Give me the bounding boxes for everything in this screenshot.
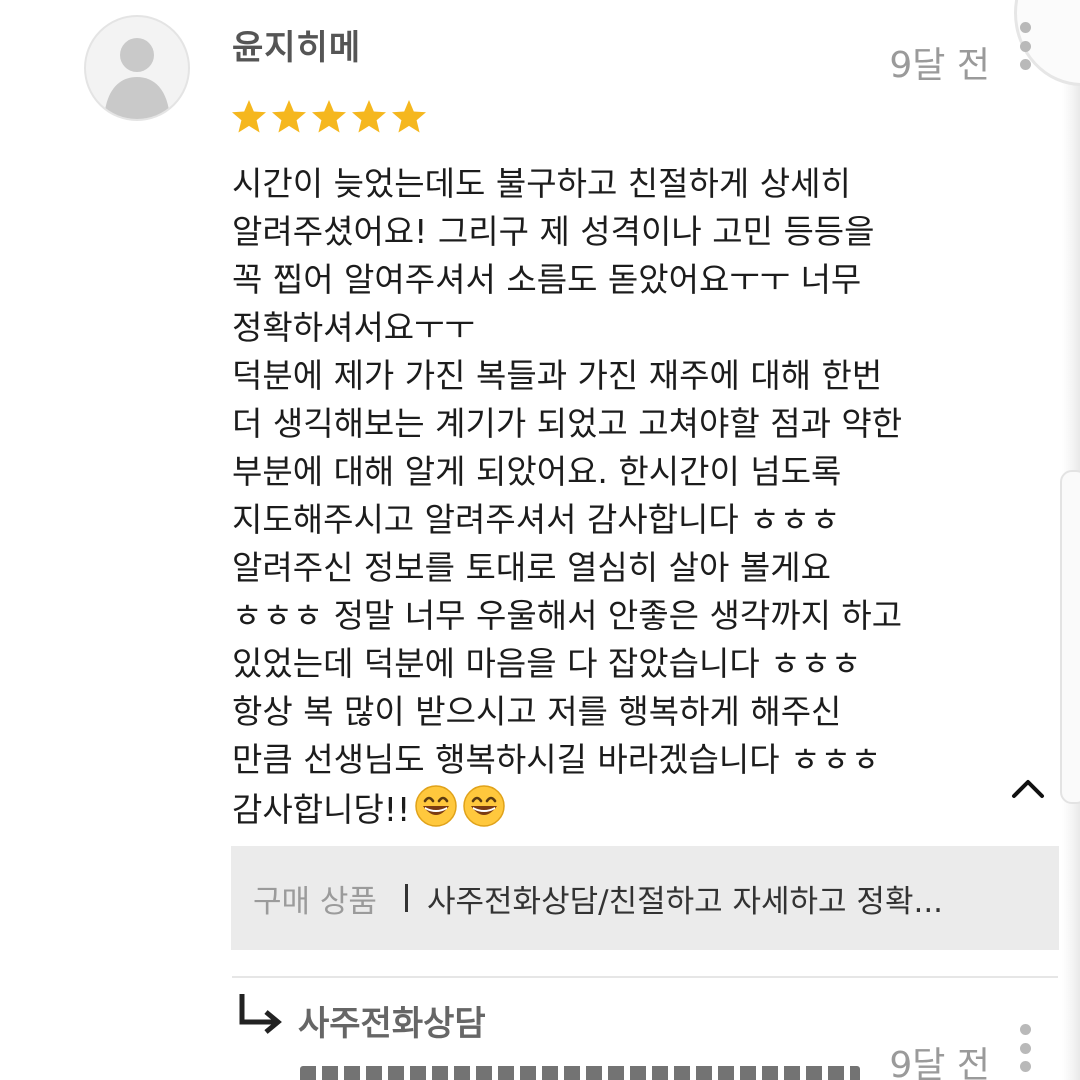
review-line: 시간이 늦었는데도 불구하고 친절하게 상세히: [232, 164, 851, 203]
star-icon: [312, 100, 346, 133]
review-line: 알려주신 정보를 토대로 열심히 살아 볼게요: [232, 548, 831, 587]
review-line: 만큼 선생님도 행복하시길 바라겠습니다 ㅎㅎㅎ: [232, 740, 882, 779]
star-rating: [230, 98, 428, 136]
reply-more-options-icon[interactable]: [1016, 1024, 1034, 1072]
reply-date: 9달 전: [889, 1045, 990, 1080]
review-line: 알려주셨어요! 그리구 제 성격이나 고민 등등을: [232, 212, 875, 251]
review-line: 꼭 찝어 알여주셔서 소름도 돋았어요ㅜㅜ 너무: [232, 260, 862, 299]
divider: [232, 976, 1058, 978]
reply-text-clipped: [300, 1066, 860, 1080]
reviewer-name: 윤지히메: [232, 28, 362, 68]
star-icon: [272, 100, 306, 133]
review-line: ㅎㅎㅎ 정말 너무 우울해서 안좋은 생각까지 하고: [232, 596, 903, 635]
avatar-icon: [84, 15, 190, 121]
product-separator: [405, 884, 408, 912]
review-line: 더 생긱해보는 계기가 되었고 고쳐야할 점과 약한: [232, 404, 903, 443]
review-line: 감사합니당!!: [232, 784, 992, 832]
review-line: 지도해주시고 알려주셔서 감사합니다 ㅎㅎㅎ: [232, 500, 841, 539]
product-name: 사주전화상담/친절하고 자세하고 정확...: [427, 884, 944, 920]
review-date: 9달 전: [889, 45, 990, 86]
star-icon: [352, 100, 386, 133]
review-line: 정확하셔서요ㅜㅜ: [232, 308, 475, 347]
chevron-up-icon[interactable]: [1008, 772, 1048, 804]
review-line: 덕분에 제가 가진 복들과 가진 재주에 대해 한번: [232, 356, 883, 395]
product-label: 구매 상품: [253, 884, 377, 920]
reply-author: 사주전화상담: [298, 1004, 486, 1044]
star-icon: [232, 100, 266, 133]
review-line: 항상 복 많이 받으시고 저를 행복하게 해주신: [232, 692, 842, 731]
grinning-face-emoji-icon: [415, 785, 458, 827]
purchased-product[interactable]: 구매 상품 사주전화상담/친절하고 자세하고 정확...: [231, 846, 1059, 950]
grinning-face-emoji-icon: [463, 785, 506, 827]
review-screen: 윤지히메 9달 전 시간이 늦었는데도 불구하고 친절하게 상세히알려주셨어요!…: [0, 0, 1080, 1080]
reply-arrow-icon: [234, 990, 284, 1036]
review-line: 부분에 대해 알게 되았어요. 한시간이 넘도록: [232, 452, 842, 491]
star-icon: [392, 100, 426, 133]
edge-scroll-handle[interactable]: [1060, 470, 1080, 804]
review-text: 시간이 늦었는데도 불구하고 친절하게 상세히알려주셨어요! 그리구 제 성격이…: [232, 160, 992, 832]
more-options-icon[interactable]: [1016, 22, 1034, 70]
review-line: 있었는데 덕분에 마음을 다 잡았습니다 ㅎㅎㅎ: [232, 644, 862, 683]
